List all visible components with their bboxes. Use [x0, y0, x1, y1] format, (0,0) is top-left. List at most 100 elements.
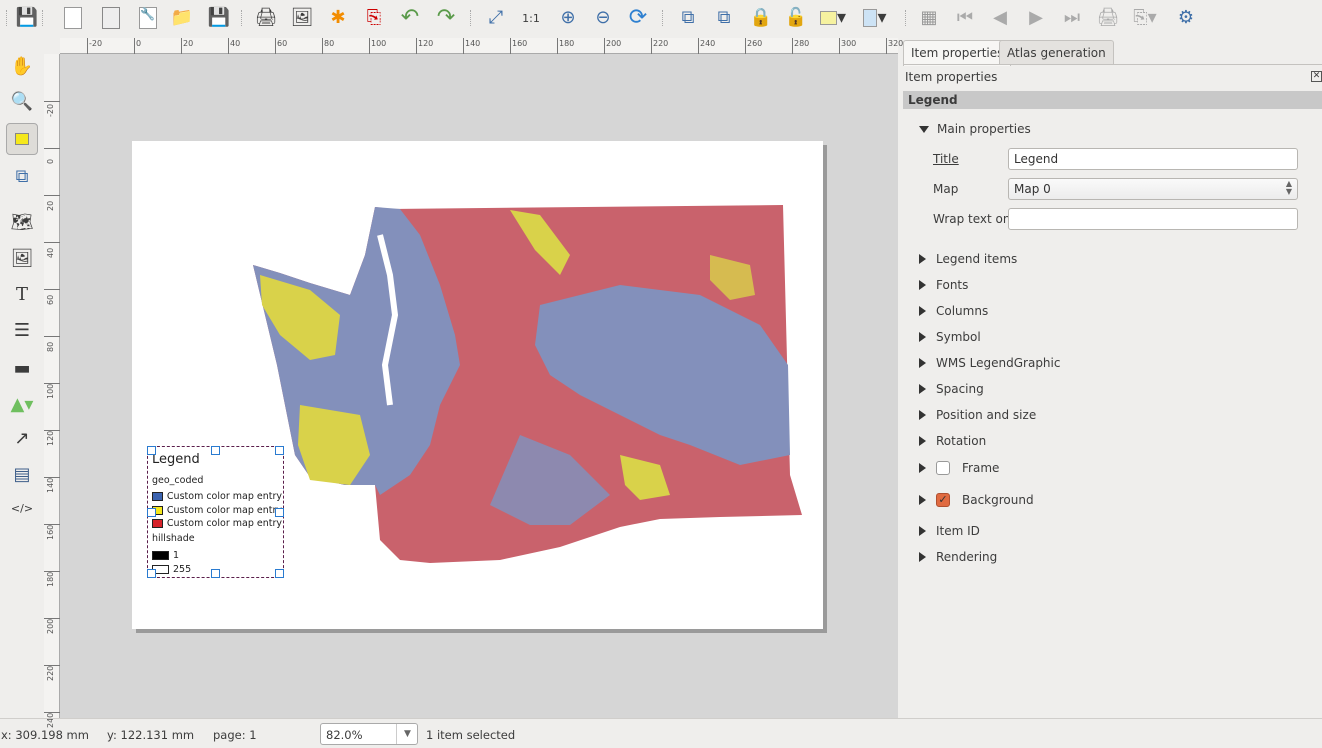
- title-input[interactable]: Legend: [1008, 148, 1298, 170]
- align-icon[interactable]: ▾: [862, 5, 888, 31]
- resize-handle[interactable]: [275, 569, 284, 578]
- add-html-icon[interactable]: </>: [8, 494, 36, 522]
- ungroup-icon[interactable]: ⧉: [711, 5, 737, 31]
- legend-item[interactable]: Legend geo_coded Custom color map entry …: [147, 446, 284, 578]
- group-icon[interactable]: ⧉: [675, 5, 701, 31]
- resize-handle[interactable]: [147, 508, 156, 517]
- raise-icon[interactable]: ▾: [820, 5, 846, 31]
- next-feature-icon[interactable]: ▶: [1023, 5, 1049, 31]
- collapsed-triangle-icon: [919, 436, 926, 446]
- add-map-icon[interactable]: 🗺: [8, 208, 36, 236]
- unlock-icon[interactable]: 🔓: [783, 5, 809, 31]
- last-feature-icon[interactable]: ⏭: [1059, 5, 1085, 31]
- tab-item-properties[interactable]: Item properties: [903, 40, 1012, 66]
- print-atlas-icon[interactable]: 🖨: [1095, 5, 1121, 31]
- redo-icon[interactable]: ↷: [433, 5, 459, 31]
- undo-icon[interactable]: ↶: [397, 5, 423, 31]
- ruler-tick: [510, 38, 511, 54]
- collapsed-triangle-icon: [919, 384, 926, 394]
- first-feature-icon[interactable]: ⏮: [952, 5, 978, 31]
- ruler-label: 0: [46, 158, 55, 164]
- ruler-label: 240: [700, 39, 716, 48]
- resize-handle[interactable]: [211, 446, 220, 455]
- section-fonts[interactable]: Fonts: [919, 278, 968, 292]
- previous-feature-icon[interactable]: ◀: [987, 5, 1013, 31]
- legend-entry-label: Custom color map entry: [166, 491, 282, 502]
- zoom-out-icon[interactable]: ⊖: [590, 5, 616, 31]
- print-icon[interactable]: 🖨: [253, 5, 279, 31]
- ruler-label: 120: [418, 39, 434, 48]
- lock-icon[interactable]: 🔒: [748, 5, 774, 31]
- section-spacing[interactable]: Spacing: [919, 382, 984, 396]
- tab-atlas-generation[interactable]: Atlas generation: [999, 40, 1114, 64]
- map-select[interactable]: Map 0 ▲ ▼: [1008, 178, 1298, 200]
- zoom-tool-icon[interactable]: 🔍: [8, 87, 36, 115]
- section-background[interactable]: ✓ Background: [919, 493, 1034, 507]
- section-position-and-size[interactable]: Position and size: [919, 408, 1036, 422]
- ruler-label: 260: [747, 39, 763, 48]
- horizontal-ruler[interactable]: -20 0 20 40 60 80 100 120 140 160 180 200 220 240 260 2…: [60, 38, 903, 54]
- close-icon[interactable]: ✕: [1311, 71, 1322, 82]
- section-symbol[interactable]: Symbol: [919, 330, 981, 344]
- pan-icon[interactable]: ✋: [8, 52, 36, 80]
- save-template-icon[interactable]: 💾: [206, 5, 232, 31]
- resize-handle[interactable]: [211, 569, 220, 578]
- ruler-tick: [44, 477, 60, 478]
- chevron-down-icon[interactable]: ▼: [396, 724, 418, 744]
- toolbar-handle[interactable]: [6, 10, 8, 26]
- section-wms-legendgraphic[interactable]: WMS LegendGraphic: [919, 356, 1060, 370]
- save-icon[interactable]: 💾: [14, 5, 40, 31]
- ruler-label: 60: [46, 294, 55, 305]
- export-atlas-icon[interactable]: ⎘▾: [1132, 5, 1158, 31]
- resize-handle[interactable]: [147, 446, 156, 455]
- ruler-tick: [651, 38, 652, 54]
- background-checkbox[interactable]: ✓: [936, 493, 950, 507]
- section-columns[interactable]: Columns: [919, 304, 988, 318]
- add-arrow-icon[interactable]: ↗: [8, 424, 36, 452]
- add-table-icon[interactable]: ▤: [8, 460, 36, 488]
- zoom-full-icon[interactable]: ⤢: [483, 5, 509, 31]
- section-item-id[interactable]: Item ID: [919, 524, 980, 538]
- ruler-tick: [44, 665, 60, 666]
- move-content-icon[interactable]: ⧉: [8, 162, 36, 190]
- section-legend-items[interactable]: Legend items: [919, 252, 1017, 266]
- section-frame[interactable]: Frame: [919, 461, 999, 475]
- resize-handle[interactable]: [147, 569, 156, 578]
- collapsed-triangle-icon: [919, 332, 926, 342]
- ruler-tick: [745, 38, 746, 54]
- resize-handle[interactable]: [275, 446, 284, 455]
- map-item[interactable]: [240, 195, 810, 575]
- section-label: Spacing: [936, 382, 984, 396]
- atlas-settings-icon[interactable]: ⚙: [1173, 5, 1199, 31]
- zoom-combobox[interactable]: 82.0% ▼: [320, 723, 418, 745]
- ruler-label: 180: [559, 39, 575, 48]
- resize-handle[interactable]: [275, 508, 284, 517]
- add-scalebar-icon[interactable]: ▬: [8, 354, 36, 382]
- vertical-ruler[interactable]: -20 0 20 40 60 80 100 120 140 160 180 200 220 240: [44, 54, 60, 728]
- open-template-icon[interactable]: 📁: [169, 5, 195, 31]
- section-rendering[interactable]: Rendering: [919, 550, 997, 564]
- add-image-icon[interactable]: 🖼: [8, 244, 36, 272]
- add-shape-icon[interactable]: ▲▾: [8, 390, 36, 418]
- ruler-label: 40: [230, 39, 241, 48]
- refresh-icon[interactable]: ⟳: [625, 5, 651, 31]
- wrap-text-input[interactable]: [1008, 208, 1298, 230]
- duplicate-composer-icon[interactable]: [98, 5, 124, 31]
- composer-manager-icon[interactable]: 🔧: [135, 5, 161, 31]
- section-rotation[interactable]: Rotation: [919, 434, 986, 448]
- export-pdf-icon[interactable]: ⎘: [361, 5, 387, 31]
- add-label-icon[interactable]: T: [8, 280, 36, 308]
- zoom-actual-icon[interactable]: 1:1: [518, 5, 544, 31]
- legend-entry: Custom color map entry: [152, 518, 282, 529]
- new-composer-icon[interactable]: [60, 5, 86, 31]
- ruler-label: 280: [794, 39, 810, 48]
- section-main-properties[interactable]: Main properties: [919, 122, 1031, 136]
- frame-checkbox[interactable]: [936, 461, 950, 475]
- export-image-icon[interactable]: 🖼: [289, 5, 315, 31]
- add-legend-icon[interactable]: ☰: [8, 316, 36, 344]
- select-move-icon[interactable]: [6, 123, 38, 155]
- ruler-tick: [322, 38, 323, 54]
- export-svg-icon[interactable]: ✱: [325, 5, 351, 31]
- atlas-preview-icon[interactable]: ▦: [916, 5, 942, 31]
- zoom-in-icon[interactable]: ⊕: [555, 5, 581, 31]
